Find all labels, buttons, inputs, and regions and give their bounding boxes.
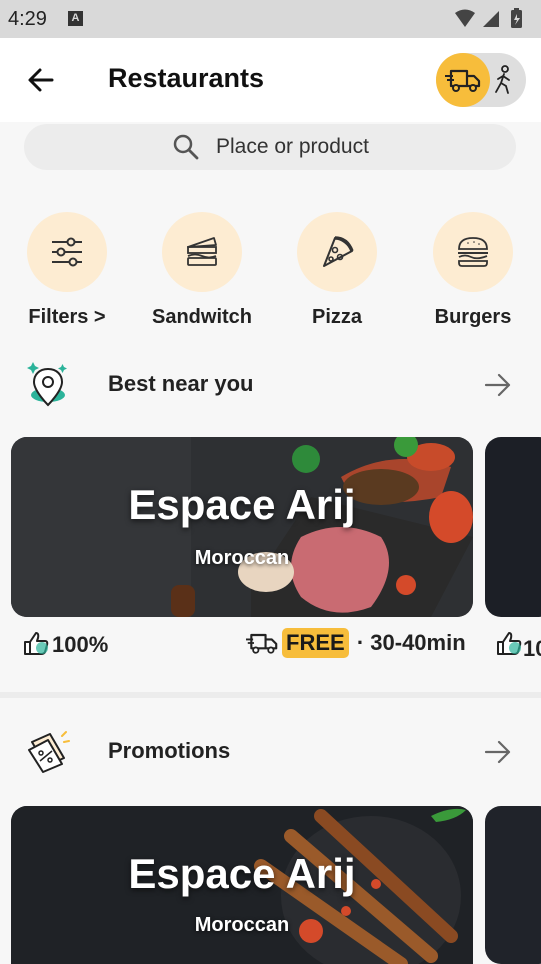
burger-icon [458,237,488,267]
restaurant-cuisine: Moroccan [194,914,290,936]
thumbs-up-icon [24,632,49,655]
page-title: Restaurants [108,63,265,93]
section-divider [0,692,541,698]
status-bar: 4:29 A [0,0,541,38]
delivery-truck-icon[interactable] [445,67,481,98]
free-delivery-badge: FREE [282,628,349,658]
category-sandwich[interactable]: Sandwitch [152,212,252,329]
delivery-info: FREE · 30-40min [246,628,466,658]
search-icon [172,133,200,166]
notification-icon: A [68,11,83,26]
category-filters-circle[interactable] [27,212,107,292]
restaurant-meta: 100% FREE · 30-40min 10 [0,624,541,664]
search-bar[interactable]: Place or product [24,124,516,170]
delivery-truck-icon [246,633,278,654]
next-card-rating: 10 [495,630,541,662]
category-label: Burgers [434,306,512,328]
category-burgers-circle[interactable] [433,212,513,292]
category-burgers[interactable]: Burgers [423,212,523,329]
next-promotion-card[interactable] [485,806,541,964]
category-pizza[interactable]: Pizza [287,212,387,329]
category-sandwich-circle[interactable] [162,212,242,292]
wifi-icon [455,9,475,27]
rating: 100% [22,630,108,658]
app-header: Restaurants [0,38,541,122]
search-input[interactable]: Place or product [216,135,369,159]
category-pizza-circle[interactable] [297,212,377,292]
sliders-icon [52,237,82,267]
back-arrow-icon[interactable] [26,65,56,95]
category-filters[interactable]: Filters > [17,212,117,329]
next-restaurant-card[interactable] [485,437,541,617]
category-label: Filters > [28,306,106,328]
restaurant-card[interactable]: Espace Arij Moroccan [11,437,473,617]
promotion-card[interactable]: Espace Arij Moroccan [11,806,473,964]
walking-person-icon[interactable] [492,65,516,100]
section-best-near-you: Best near you [0,355,541,415]
status-time: 4:29 [8,8,47,30]
arrow-right-icon[interactable] [484,738,512,771]
rating-value: 100% [52,632,109,657]
category-label: Pizza [311,306,363,328]
section-promotions: Promotions [0,722,541,782]
signal-icon [483,11,499,27]
discount-tag-icon [26,728,70,781]
status-icons [453,8,533,30]
restaurant-name: Espace Arij [128,850,356,897]
location-pin-icon [26,361,70,414]
arrow-right-icon[interactable] [484,371,512,404]
restaurant-name: Espace Arij [128,481,356,528]
sandwich-icon [187,237,217,266]
pizza-icon [323,236,354,267]
category-label: Sandwitch [152,306,253,328]
next-card-rating-value: 10 [523,636,541,661]
delivery-pickup-toggle[interactable] [436,53,526,107]
restaurant-cuisine: Moroccan [194,547,290,569]
thumbs-up-icon [497,632,522,655]
delivery-time: 30-40min [370,630,466,655]
section-title: Promotions [108,738,231,763]
section-title: Best near you [108,371,254,396]
separator-dot: · [356,630,365,655]
